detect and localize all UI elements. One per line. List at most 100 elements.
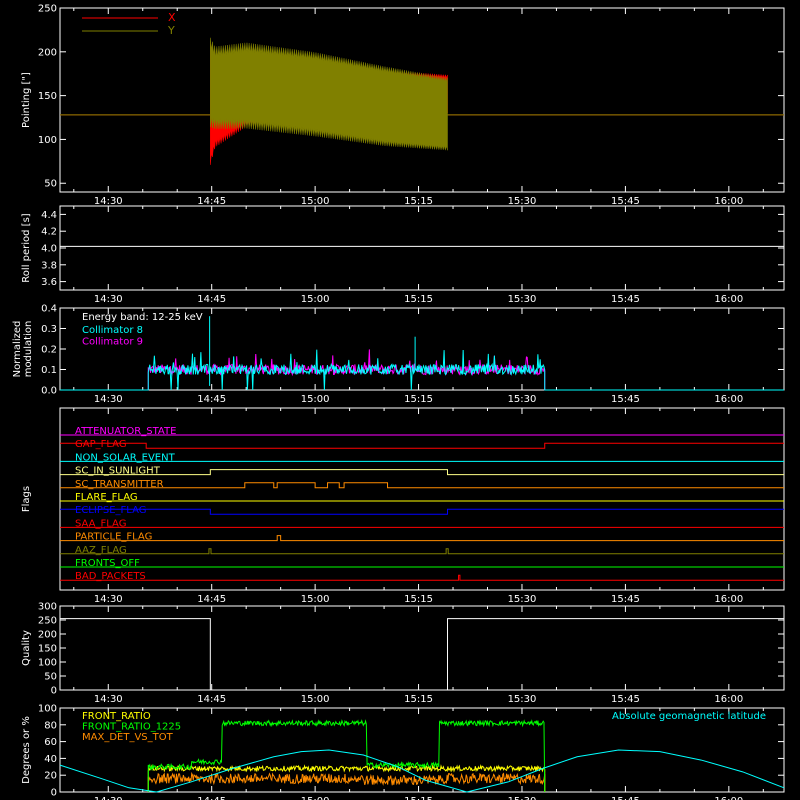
x-tick-label: 14:45	[197, 294, 226, 305]
y-tick-label: 4.4	[41, 210, 57, 221]
x-tick-label: 16:00	[714, 796, 743, 800]
x-tick-label: 15:00	[301, 394, 330, 405]
x-tick-label: 14:45	[197, 796, 226, 800]
legend-label-x: X	[168, 11, 176, 24]
x-tick-label: 16:00	[714, 294, 743, 305]
x-tick-label: 15:15	[404, 796, 433, 800]
x-tick-label: 15:30	[508, 294, 537, 305]
x-tick-label: 16:00	[714, 594, 743, 605]
y-tick-label: 0.1	[41, 365, 57, 376]
roll-frame	[59, 205, 785, 291]
x-tick-label: 15:30	[508, 796, 537, 800]
flag-label-aaz-flag: AAZ_FLAG	[75, 545, 127, 556]
x-tick-label: 14:30	[94, 196, 123, 207]
y-tick-label: 100	[38, 135, 57, 146]
x-tick-label: 14:30	[94, 594, 123, 605]
x-tick-label: 15:15	[404, 294, 433, 305]
flag-line-particle-flag	[60, 535, 784, 542]
x-tick-label: 15:00	[301, 294, 330, 305]
x-tick-label: 14:45	[197, 694, 226, 705]
y-tick-label: 3.8	[41, 260, 57, 271]
panel-flags: 14:30 14:45 15:00 15:15 15:30 15:45 16:00 Flags…	[21, 407, 785, 605]
y-tick-label: 3.6	[41, 277, 57, 288]
flag-label-sc-transmitter: SC_TRANSMITTER	[75, 479, 164, 490]
y-tick-label: 0.3	[41, 324, 57, 335]
x-tick-label: 15:00	[301, 594, 330, 605]
y-tick-label: 0.0	[41, 386, 57, 397]
panel-quality: 14:30 14:45 15:00 15:15 15:30 15:45 16:00 0 50 10…	[21, 602, 785, 705]
y-tick-label: 50	[44, 179, 57, 190]
y-axis-label: Roll period [s]	[21, 213, 32, 282]
legend-label-collimator-8: Collimator 8	[82, 325, 143, 336]
x-tick-label: 15:45	[611, 394, 640, 405]
x-tick-label: 14:30	[94, 796, 123, 800]
x-tick-label: 14:30	[94, 294, 123, 305]
flag-label-non-solar-event: NON_SOLAR_EVENT	[75, 452, 176, 463]
y-tick-label: 200	[38, 47, 57, 58]
x-tick-label: 16:00	[714, 196, 743, 207]
y-tick-label: 100	[38, 704, 57, 715]
legend-label-geomagnetic-latitude: Absolute geomagnetic latitude	[612, 711, 766, 722]
flag-label-bad-packets: BAD_PACKETS	[75, 571, 146, 582]
y-tick-label: 0	[51, 686, 57, 697]
x-tick-label: 14:45	[197, 394, 226, 405]
y-tick-label: 100	[38, 658, 57, 669]
flag-label-fronts-off: FRONTS_OFF	[75, 558, 140, 569]
x-tick-label: 15:00	[301, 796, 330, 800]
x-tick-label: 14:45	[197, 196, 226, 207]
y-axis-label: Pointing ["]	[21, 72, 32, 128]
x-tick-label: 15:45	[611, 196, 640, 207]
flag-label-attenuator-state: ATTENUATOR_STATE	[75, 426, 176, 437]
y-tick-label: 50	[44, 672, 57, 683]
flag-label-saa-flag: SAA_FLAG	[75, 518, 126, 529]
x-tick-label: 15:15	[404, 694, 433, 705]
x-tick-label: 15:30	[508, 594, 537, 605]
y-tick-label: 250	[38, 4, 57, 15]
flag-label-eclipse-flag: ECLIPSE_FLAG	[75, 505, 146, 516]
legend-label-front-ratio-1225: FRONT_RATIO_1225	[82, 722, 181, 733]
y-tick-label: 300	[38, 602, 57, 613]
flag-line-sc-transmitter	[60, 482, 784, 489]
panel-ratios: 14:30 14:45 15:00 15:15 15:30 15:45 16:00 0 20 40…	[21, 704, 785, 800]
x-tick-label: 15:00	[301, 694, 330, 705]
y-tick-label: 20	[44, 771, 57, 782]
x-tick-label: 14:30	[94, 694, 123, 705]
x-tick-label: 14:45	[197, 594, 226, 605]
x-tick-label: 15:15	[404, 196, 433, 207]
panel-modulation: 14:30 14:45 15:00 15:15 15:30 15:45 16:00 0.0 0.…	[12, 304, 785, 405]
y-axis-label: Quality	[21, 630, 32, 666]
legend-label-y: Y	[167, 24, 175, 37]
x-tick-label: 16:00	[714, 694, 743, 705]
x-tick-label: 14:30	[94, 394, 123, 405]
x-tick-label: 15:15	[404, 594, 433, 605]
x-tick-label: 15:45	[611, 796, 640, 800]
flag-line-gap-flag	[60, 442, 784, 449]
legend-label-front-ratio: FRONT_RATIO	[82, 711, 151, 722]
y-tick-label: 0	[51, 788, 57, 799]
x-tick-label: 15:45	[611, 594, 640, 605]
y-tick-label: 0.4	[41, 304, 57, 315]
y-tick-label: 80	[44, 720, 57, 731]
x-tick-label: 15:45	[611, 694, 640, 705]
flag-label-sc-in-sunlight: SC_IN_SUNLIGHT	[75, 466, 161, 477]
quality-line	[60, 618, 784, 691]
flag-line-sc-in-sunlight	[60, 469, 784, 476]
y-tick-label: 60	[44, 737, 57, 748]
legend-label-max-det-vs-tot: MAX_DET_VS_TOT	[82, 732, 174, 743]
flag-line-bad-packets	[60, 574, 784, 581]
y-tick-label: 200	[38, 630, 57, 641]
flag-label-particle-flag: PARTICLE_FLAG	[75, 532, 152, 543]
y-axis-label: Flags	[21, 486, 32, 512]
energy-band-annotation: Energy band: 12-25 keV	[82, 312, 203, 323]
x-tick-label: 15:30	[508, 394, 537, 405]
flag-line-eclipse-flag	[60, 508, 784, 515]
flag-line-aaz-flag	[60, 548, 784, 555]
panel-roll: 14:30 14:45 15:00 15:15 15:30 15:45 16:00 3.6 3.…	[21, 205, 785, 305]
panel-pointing: 14:30 14:45 15:00 15:15 15:30 15:45 16:00 50 100…	[21, 4, 785, 207]
x-tick-label: 15:45	[611, 294, 640, 305]
series-y-band	[210, 37, 448, 151]
flag-label-gap-flag: GAP_FLAG	[75, 439, 127, 450]
y-tick-label: 0.2	[41, 345, 57, 356]
quicklook-figure: 14:30 14:45 15:00 15:15 15:30 15:45 16:00 50 100…	[12, 4, 785, 800]
flag-label-flare-flag: FLARE_FLAG	[75, 492, 138, 503]
